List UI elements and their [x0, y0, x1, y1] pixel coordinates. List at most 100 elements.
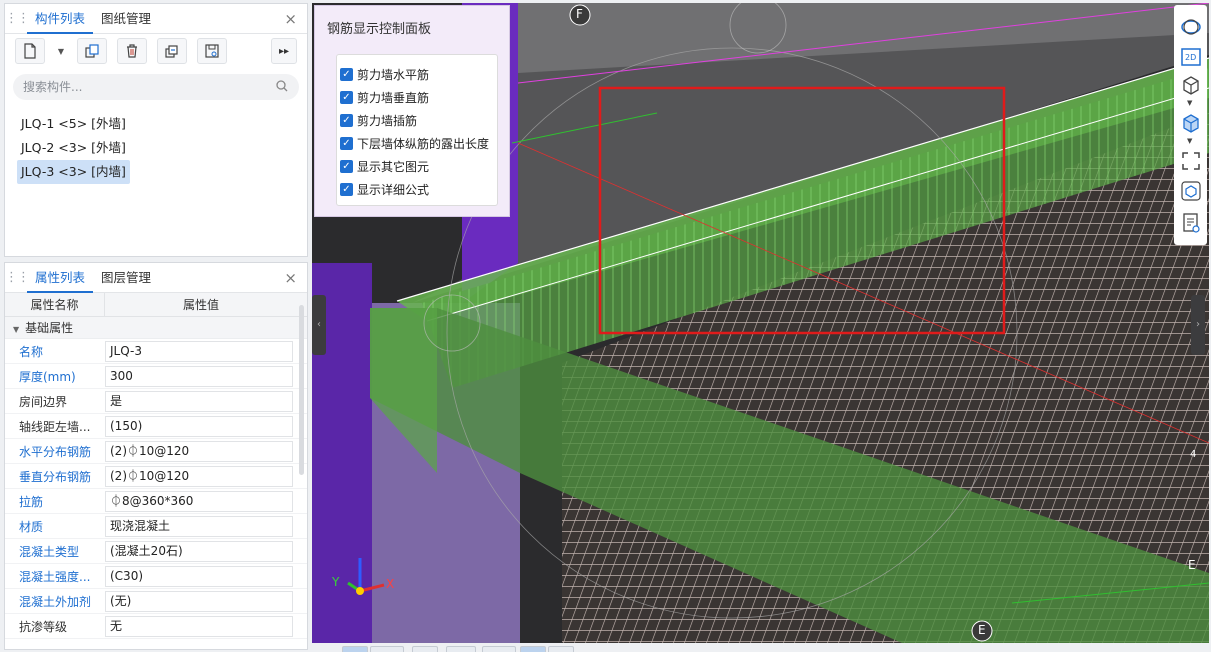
property-name: 水平分布钢筋 [19, 444, 92, 459]
checkbox-checked[interactable]: ✓ [340, 160, 353, 173]
tab-component-list[interactable]: 构件列表 [27, 4, 94, 34]
checkbox-checked[interactable]: ✓ [340, 183, 353, 196]
property-name: 厚度(mm) [19, 369, 76, 384]
close-icon[interactable]: × [284, 10, 297, 28]
property-value[interactable]: (2)⏀10@120 [105, 465, 293, 487]
component-list-panel: ⋮⋮ 构件列表 图纸管理 × ▼ ▸▸ 搜索构件... JLQ-1 <5> [外… [4, 3, 308, 257]
option-label: 显示详细公式 [357, 183, 430, 197]
close-icon[interactable]: × [284, 269, 297, 287]
option-dowel-rebar[interactable]: ✓ 剪力墙插筋 [340, 109, 497, 132]
property-name: 材质 [19, 519, 44, 534]
option-label: 剪力墙插筋 [357, 114, 418, 128]
property-value[interactable]: JLQ-3 [105, 340, 293, 362]
cube-view-icon[interactable] [1179, 73, 1203, 97]
property-name: 混凝土强度... [19, 569, 91, 584]
property-value[interactable]: (无) [105, 590, 293, 612]
component-list: JLQ-1 <5> [外墙] JLQ-2 <3> [外墙] JLQ-3 <3> … [5, 112, 307, 184]
bottom-tool-button[interactable] [520, 646, 546, 652]
left-collapse-handle[interactable]: ‹ [312, 295, 326, 355]
bottom-tool-button[interactable] [342, 646, 368, 652]
bottom-tool-button[interactable] [412, 646, 438, 652]
table-row: 水平分布钢筋 (2)⏀10@120 [5, 439, 307, 464]
copy-to-floor-button[interactable] [157, 38, 187, 64]
save-template-button[interactable] [197, 38, 227, 64]
tab-layer-management[interactable]: 图层管理 [93, 263, 159, 293]
option-horizontal-rebar[interactable]: ✓ 剪力墙水平筋 [340, 63, 497, 86]
drag-grip-icon[interactable]: ⋮⋮ [5, 270, 30, 285]
list-item[interactable]: JLQ-1 <5> [外墙] [17, 112, 130, 136]
copy-icon [85, 44, 99, 58]
rebar-options-box: ✓ 剪力墙水平筋 ✓ 剪力墙垂直筋 ✓ 剪力墙插筋 ✓ 下层墙体纵筋的露出长度 ✓ 显示其… [336, 54, 498, 206]
option-vertical-rebar[interactable]: ✓ 剪力墙垂直筋 [340, 86, 497, 109]
report-view-icon[interactable] [1179, 211, 1203, 235]
isolate-view-icon[interactable] [1179, 179, 1203, 203]
bottom-tool-button[interactable] [482, 646, 516, 652]
chevron-down-icon[interactable]: ▼ [1187, 137, 1195, 145]
list-item-selected[interactable]: JLQ-3 <3> [内墙] [17, 160, 130, 184]
chevron-down-icon[interactable]: ▼ [1187, 99, 1195, 107]
caret-down-icon: ▼ [13, 325, 20, 334]
fit-view-icon[interactable] [1179, 149, 1203, 173]
option-label: 剪力墙水平筋 [357, 68, 430, 82]
search-input[interactable] [23, 80, 263, 94]
copy-component-button[interactable] [77, 38, 107, 64]
axis-label-e-bottom: E [978, 623, 986, 637]
property-value[interactable]: 300 [105, 365, 293, 387]
property-value[interactable]: 是 [105, 390, 293, 412]
new-component-button[interactable] [15, 38, 45, 64]
column-header-name: 属性名称 [5, 293, 105, 316]
bottom-tool-button[interactable] [370, 646, 404, 652]
bottom-tool-button[interactable] [548, 646, 574, 652]
property-name: 垂直分布钢筋 [19, 469, 92, 484]
right-collapse-handle[interactable]: › [1191, 295, 1205, 355]
property-value[interactable]: (C30) [105, 565, 293, 587]
bottom-tool-button[interactable] [446, 646, 476, 652]
app-root: ⋮⋮ 构件列表 图纸管理 × ▼ ▸▸ 搜索构件... JLQ-1 <5> [外… [0, 0, 1211, 652]
property-value[interactable]: 现浇混凝土 [105, 515, 293, 537]
checkbox-checked[interactable]: ✓ [340, 68, 353, 81]
bottom-toolbar-strip [312, 643, 1209, 652]
option-show-other-elements[interactable]: ✓ 显示其它图元 [340, 155, 497, 178]
more-tools-button[interactable]: ▸▸ [271, 38, 297, 64]
property-scrollbar[interactable] [299, 305, 304, 475]
option-show-formula[interactable]: ✓ 显示详细公式 [340, 178, 497, 201]
property-name: 名称 [19, 344, 44, 359]
property-value[interactable]: 无 [105, 615, 293, 637]
orbit-icon[interactable] [1179, 15, 1203, 39]
property-rows: 名称 JLQ-3 厚度(mm) 300 房间边界 是 轴线距左墙... (150) 水平… [5, 339, 307, 639]
property-group-basic[interactable]: ▼ 基础属性 [5, 317, 307, 339]
list-item[interactable]: JLQ-2 <3> [外墙] [17, 136, 130, 160]
table-row: 拉筋 ⏀8@360*360 [5, 489, 307, 514]
gizmo-label-x: X [386, 577, 395, 591]
property-value[interactable]: ⏀8@360*360 [105, 490, 293, 512]
new-file-icon [24, 43, 36, 59]
checkbox-checked[interactable]: ✓ [340, 91, 353, 104]
option-exposed-length[interactable]: ✓ 下层墙体纵筋的露出长度 [340, 132, 497, 155]
solid-cube-icon[interactable] [1179, 111, 1203, 135]
trash-icon [127, 44, 137, 58]
property-name: 拉筋 [19, 494, 44, 509]
search-icon[interactable] [275, 79, 289, 93]
drag-grip-icon[interactable]: ⋮⋮ [5, 11, 30, 26]
layers-copy-icon [165, 45, 178, 58]
tab-drawing-management[interactable]: 图纸管理 [93, 4, 159, 34]
view-toolbar: 2D ▼ ▼ [1174, 5, 1207, 245]
table-row: 混凝土外加剂 (无) [5, 589, 307, 614]
checkbox-checked[interactable]: ✓ [340, 137, 353, 150]
property-list-panel: ⋮⋮ 属性列表 图层管理 × 属性名称 属性值 ▼ 基础属性 名称 JLQ-3 厚度… [4, 262, 308, 650]
property-value[interactable]: (150) [105, 415, 293, 437]
option-label: 剪力墙垂直筋 [357, 91, 430, 105]
property-panel-tabbar: ⋮⋮ 属性列表 图层管理 × [5, 263, 307, 293]
delete-component-button[interactable] [117, 38, 147, 64]
axis-label-e-right: E [1188, 558, 1196, 572]
property-name: 混凝土类型 [19, 544, 80, 559]
property-value[interactable]: (2)⏀10@120 [105, 440, 293, 462]
tab-property-list[interactable]: 属性列表 [27, 263, 94, 293]
table-row: 混凝土类型 (混凝土20石) [5, 539, 307, 564]
panel-title: 钢筋显示控制面板 [327, 22, 432, 37]
table-row: 混凝土强度... (C30) [5, 564, 307, 589]
axis-label-number: 4 [1190, 449, 1197, 460]
checkbox-checked[interactable]: ✓ [340, 114, 353, 127]
chevron-down-icon[interactable]: ▼ [55, 38, 67, 64]
property-value[interactable]: (混凝土20石) [105, 540, 293, 562]
